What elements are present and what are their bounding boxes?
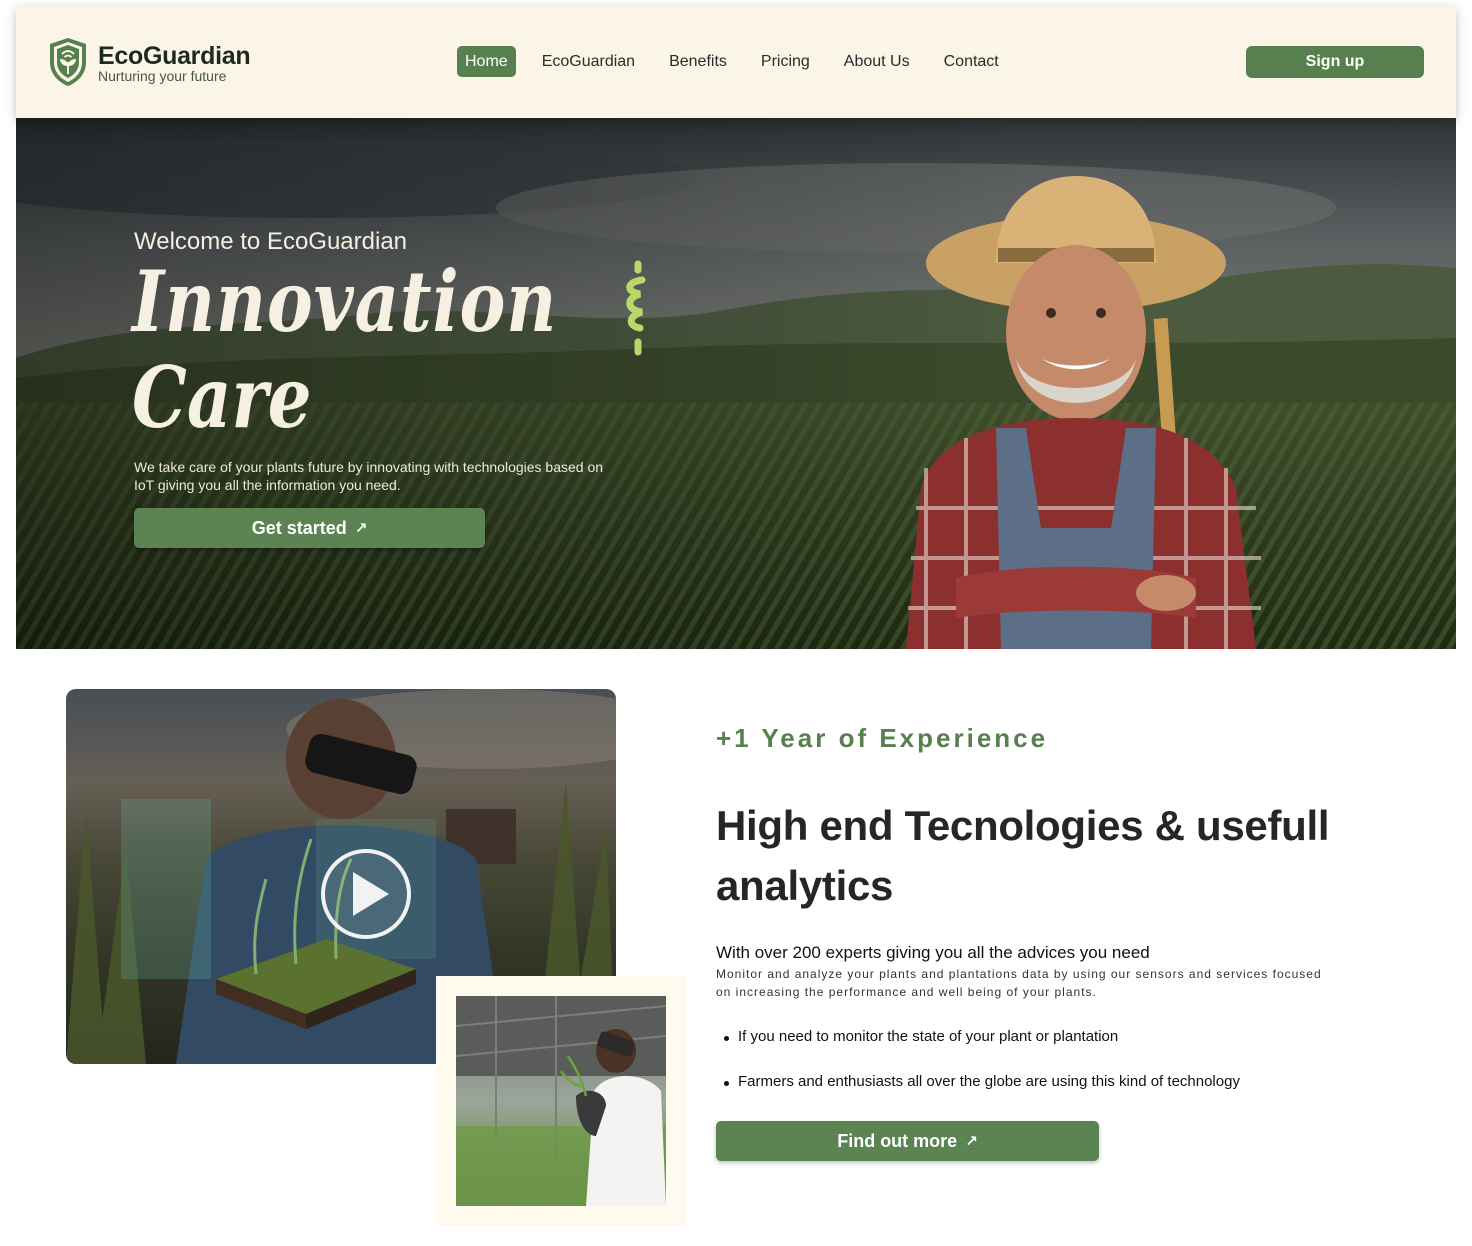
nav-item-home[interactable]: Home: [457, 46, 516, 77]
feature-list: If you need to monitor the state of your…: [724, 1028, 1344, 1118]
hero-title-line1: Innovation: [132, 252, 558, 351]
brand-tagline: Nurturing your future: [98, 68, 227, 84]
get-started-button[interactable]: Get started ↗: [134, 508, 485, 548]
photo-frame: [436, 976, 686, 1226]
nav-item-contact[interactable]: Contact: [936, 46, 1007, 77]
hero-description: We take care of your plants future by in…: [134, 459, 604, 493]
section-subhead: With over 200 experts giving you all the…: [716, 943, 1150, 962]
play-triangle: [353, 872, 389, 916]
arrow-up-right-icon: ↗: [965, 1133, 978, 1150]
bullet-dot-icon: [724, 1036, 729, 1041]
get-started-label: Get started: [251, 517, 347, 538]
signup-button[interactable]: Sign up: [1246, 46, 1424, 78]
list-item-text: If you need to monitor the state of your…: [738, 1028, 1119, 1045]
greenhouse-farmer-image: [456, 996, 666, 1206]
brand[interactable]: EcoGuardian Nurturing your future: [98, 42, 251, 84]
section-description: Monitor and analyze your plants and plan…: [716, 967, 1322, 999]
play-icon[interactable]: [321, 849, 411, 939]
list-item: If you need to monitor the state of your…: [724, 1028, 1344, 1073]
hero-title-line2: Care: [132, 348, 312, 447]
hero-section: Welcome to EcoGuardian Innovation Care W…: [16, 118, 1456, 649]
list-item: Farmers and enthusiasts all over the glo…: [724, 1073, 1344, 1118]
experience-label: +1 Year of Experience: [716, 723, 1049, 753]
section-title: High end Tecnologies & usefull analytics: [716, 802, 1330, 909]
arrow-up-right-icon: ↗: [354, 520, 368, 537]
find-out-more-label: Find out more: [837, 1130, 958, 1151]
main-nav: Home EcoGuardian Benefits Pricing About …: [457, 46, 1025, 77]
find-out-more-button[interactable]: Find out more ↗: [716, 1121, 1099, 1161]
bullet-dot-icon: [724, 1081, 729, 1086]
list-item-text: Farmers and enthusiasts all over the glo…: [738, 1073, 1240, 1090]
nav-item-ecoguardian[interactable]: EcoGuardian: [534, 46, 643, 77]
nav-item-about-us[interactable]: About Us: [836, 46, 918, 77]
nav-item-benefits[interactable]: Benefits: [661, 46, 735, 77]
farmer-image: [906, 176, 1261, 649]
shield-plant-icon[interactable]: [46, 36, 90, 88]
site-header: EcoGuardian Nurturing your future Home E…: [16, 6, 1456, 118]
squiggle-decoration: [626, 260, 646, 356]
greenhouse-scene: [456, 996, 666, 1206]
brand-name: EcoGuardian: [98, 42, 251, 70]
nav-item-pricing[interactable]: Pricing: [753, 46, 818, 77]
